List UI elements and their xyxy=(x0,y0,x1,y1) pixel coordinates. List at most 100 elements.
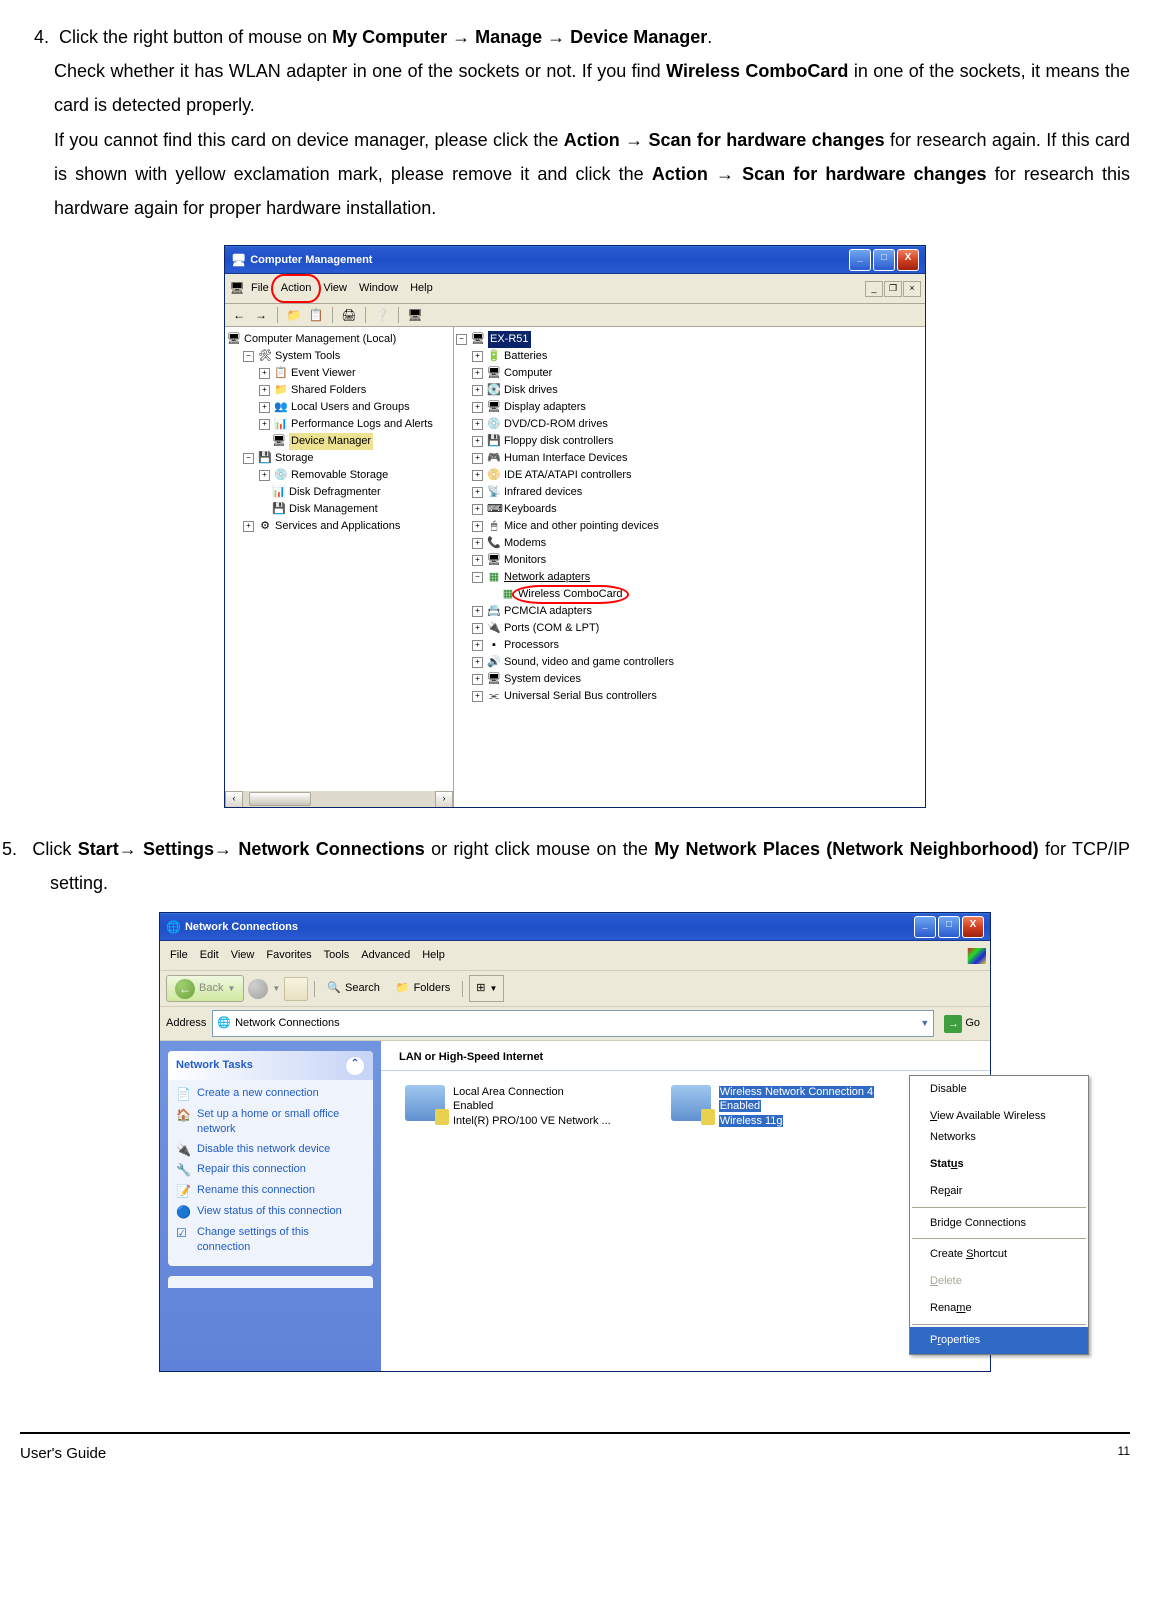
lan-connection[interactable]: Local Area Connection Enabled Intel(R) P… xyxy=(405,1085,611,1128)
menu-tools[interactable]: Tools xyxy=(318,943,356,968)
context-view-networks[interactable]: View Available Wireless Networks xyxy=(910,1103,1088,1151)
tree-item-wireless-combocard[interactable]: ▦Wireless ComboCard xyxy=(456,586,923,603)
tree-item[interactable]: +👥Local Users and Groups xyxy=(227,399,451,416)
tree-item[interactable]: +📁Shared Folders xyxy=(227,382,451,399)
tree-item[interactable]: +⌨Keyboards xyxy=(456,501,923,518)
tree-item[interactable]: +🖥System devices xyxy=(456,671,923,688)
context-rename[interactable]: Rename xyxy=(910,1295,1088,1322)
tree-item[interactable]: +📋Event Viewer xyxy=(227,365,451,382)
address-input[interactable]: 🌐 Network Connections ▼ xyxy=(212,1010,934,1037)
tree-item[interactable]: +🔋Batteries xyxy=(456,348,923,365)
close-button[interactable]: X xyxy=(962,916,984,938)
repair-icon: 🔧 xyxy=(176,1162,192,1179)
tree-item[interactable]: +🖥Display adapters xyxy=(456,399,923,416)
tree-item[interactable]: +⚙Services and Applications xyxy=(227,518,451,535)
task-disable[interactable]: 🔌Disable this network device xyxy=(176,1142,365,1159)
search-button[interactable]: 🔍 Search xyxy=(321,976,386,1001)
nc-titlebar[interactable]: 🌐 Network Connections _ □ X xyxy=(160,913,990,941)
text: . xyxy=(707,27,712,47)
scrollbar[interactable]: ‹ › xyxy=(225,791,453,807)
tree-item[interactable]: +🖥Monitors xyxy=(456,552,923,569)
dropdown-icon[interactable]: ▼ xyxy=(920,1015,929,1032)
menu-view[interactable]: View xyxy=(317,276,353,301)
forward-icon[interactable]: → xyxy=(253,307,269,323)
maximize-button[interactable]: □ xyxy=(938,916,960,938)
tree-item[interactable]: 📊Disk Defragmenter xyxy=(227,484,451,501)
folders-button[interactable]: 📁 Folders xyxy=(390,976,456,1001)
task-status[interactable]: 🔵View status of this connection xyxy=(176,1204,365,1221)
tree-item[interactable]: +📞Modems xyxy=(456,535,923,552)
back-icon[interactable]: ← xyxy=(231,307,247,323)
tree-item[interactable]: +⫘Universal Serial Bus controllers xyxy=(456,688,923,705)
tree-item[interactable]: +🖥Computer xyxy=(456,365,923,382)
context-properties[interactable]: Properties xyxy=(910,1327,1088,1354)
scan-icon[interactable]: 🖥 xyxy=(407,307,423,323)
tree-item[interactable]: +💾Floppy disk controllers xyxy=(456,433,923,450)
menu-advanced[interactable]: Advanced xyxy=(355,943,416,968)
menu-help[interactable]: Help xyxy=(416,943,451,968)
menu-file[interactable]: File xyxy=(245,276,275,301)
tree-item[interactable]: +💽Disk drives xyxy=(456,382,923,399)
context-bridge[interactable]: Bridge Connections xyxy=(910,1210,1088,1237)
task-settings[interactable]: ☑Change settings of this connection xyxy=(176,1225,365,1256)
context-disable[interactable]: Disable xyxy=(910,1076,1088,1103)
tree-item[interactable]: 🖥Computer Management (Local) xyxy=(227,331,451,348)
text-bold: Action → Scan for hardware changes xyxy=(564,130,885,150)
tree-item-network-adapters[interactable]: −▦Network adapters xyxy=(456,569,923,586)
maximize-button[interactable]: □ xyxy=(873,249,895,271)
context-shortcut[interactable]: Create Shortcut xyxy=(910,1241,1088,1268)
menu-action[interactable]: Action xyxy=(275,276,318,301)
tree-item[interactable]: −🖥EX-R51 xyxy=(456,331,923,348)
tree-item[interactable]: +▪Processors xyxy=(456,637,923,654)
go-button[interactable]: → Go xyxy=(940,1011,984,1036)
tree-item[interactable]: +🖱Mice and other pointing devices xyxy=(456,518,923,535)
tree-item[interactable]: +📇PCMCIA adapters xyxy=(456,603,923,620)
properties-icon[interactable]: 📋 xyxy=(308,307,324,323)
menu-edit[interactable]: Edit xyxy=(194,943,225,968)
tree-item[interactable]: +📊Performance Logs and Alerts xyxy=(227,416,451,433)
task-rename[interactable]: 📝Rename this connection xyxy=(176,1183,365,1200)
task-repair[interactable]: 🔧Repair this connection xyxy=(176,1162,365,1179)
mdi-icon: 🖥 xyxy=(229,281,245,297)
tree-item[interactable]: +🎮Human Interface Devices xyxy=(456,450,923,467)
print-icon[interactable]: 🖨 xyxy=(341,307,357,323)
menu-window[interactable]: Window xyxy=(353,276,404,301)
panel-header[interactable]: Network Tasks ⌃ xyxy=(168,1051,373,1080)
wlan-connection[interactable]: Wireless Network Connection 4 Enabled Wi… xyxy=(671,1085,874,1128)
context-status[interactable]: Status xyxy=(910,1151,1088,1178)
tree-item-device-manager[interactable]: 🖥Device Manager xyxy=(227,433,451,450)
tree-item[interactable]: −💾Storage xyxy=(227,450,451,467)
tree-item[interactable]: 💾Disk Management xyxy=(227,501,451,518)
back-button[interactable]: ← Back ▼ xyxy=(166,975,244,1002)
tree-item[interactable]: +📀IDE ATA/ATAPI controllers xyxy=(456,467,923,484)
folders-label: Folders xyxy=(414,978,451,999)
mdi-restore[interactable]: ❐ xyxy=(884,281,902,297)
tree-item[interactable]: +🔌Ports (COM & LPT) xyxy=(456,620,923,637)
context-repair[interactable]: Repair xyxy=(910,1178,1088,1205)
menu-file[interactable]: File xyxy=(164,943,194,968)
up-icon[interactable]: 📁 xyxy=(286,307,302,323)
forward-button[interactable] xyxy=(248,979,268,999)
task-setup[interactable]: 🏠Set up a home or small office network xyxy=(176,1107,365,1138)
help-icon[interactable]: ❔ xyxy=(374,307,390,323)
task-create[interactable]: 📄Create a new connection xyxy=(176,1086,365,1103)
mdi-minimize[interactable]: _ xyxy=(865,281,883,297)
tree-item[interactable]: +💿Removable Storage xyxy=(227,467,451,484)
wlan-device: Wireless 11g xyxy=(719,1115,784,1127)
close-button[interactable]: X xyxy=(897,249,919,271)
up-button[interactable] xyxy=(284,977,308,1001)
minimize-button[interactable]: _ xyxy=(849,249,871,271)
views-button[interactable]: ⊞▼ xyxy=(469,975,504,1002)
cm-titlebar[interactable]: 🖥 Computer Management _ □ X xyxy=(225,246,925,274)
mdi-close[interactable]: × xyxy=(903,281,921,297)
tree-item[interactable]: −🛠System Tools xyxy=(227,348,451,365)
menu-favorites[interactable]: Favorites xyxy=(260,943,317,968)
menu-view[interactable]: View xyxy=(225,943,261,968)
lan-status: Enabled xyxy=(453,1099,611,1113)
tree-item[interactable]: +💿DVD/CD-ROM drives xyxy=(456,416,923,433)
menu-help[interactable]: Help xyxy=(404,276,439,301)
minimize-button[interactable]: _ xyxy=(914,916,936,938)
tree-item[interactable]: +📡Infrared devices xyxy=(456,484,923,501)
collapse-icon[interactable]: ⌃ xyxy=(345,1056,365,1076)
tree-item[interactable]: +🔊Sound, video and game controllers xyxy=(456,654,923,671)
